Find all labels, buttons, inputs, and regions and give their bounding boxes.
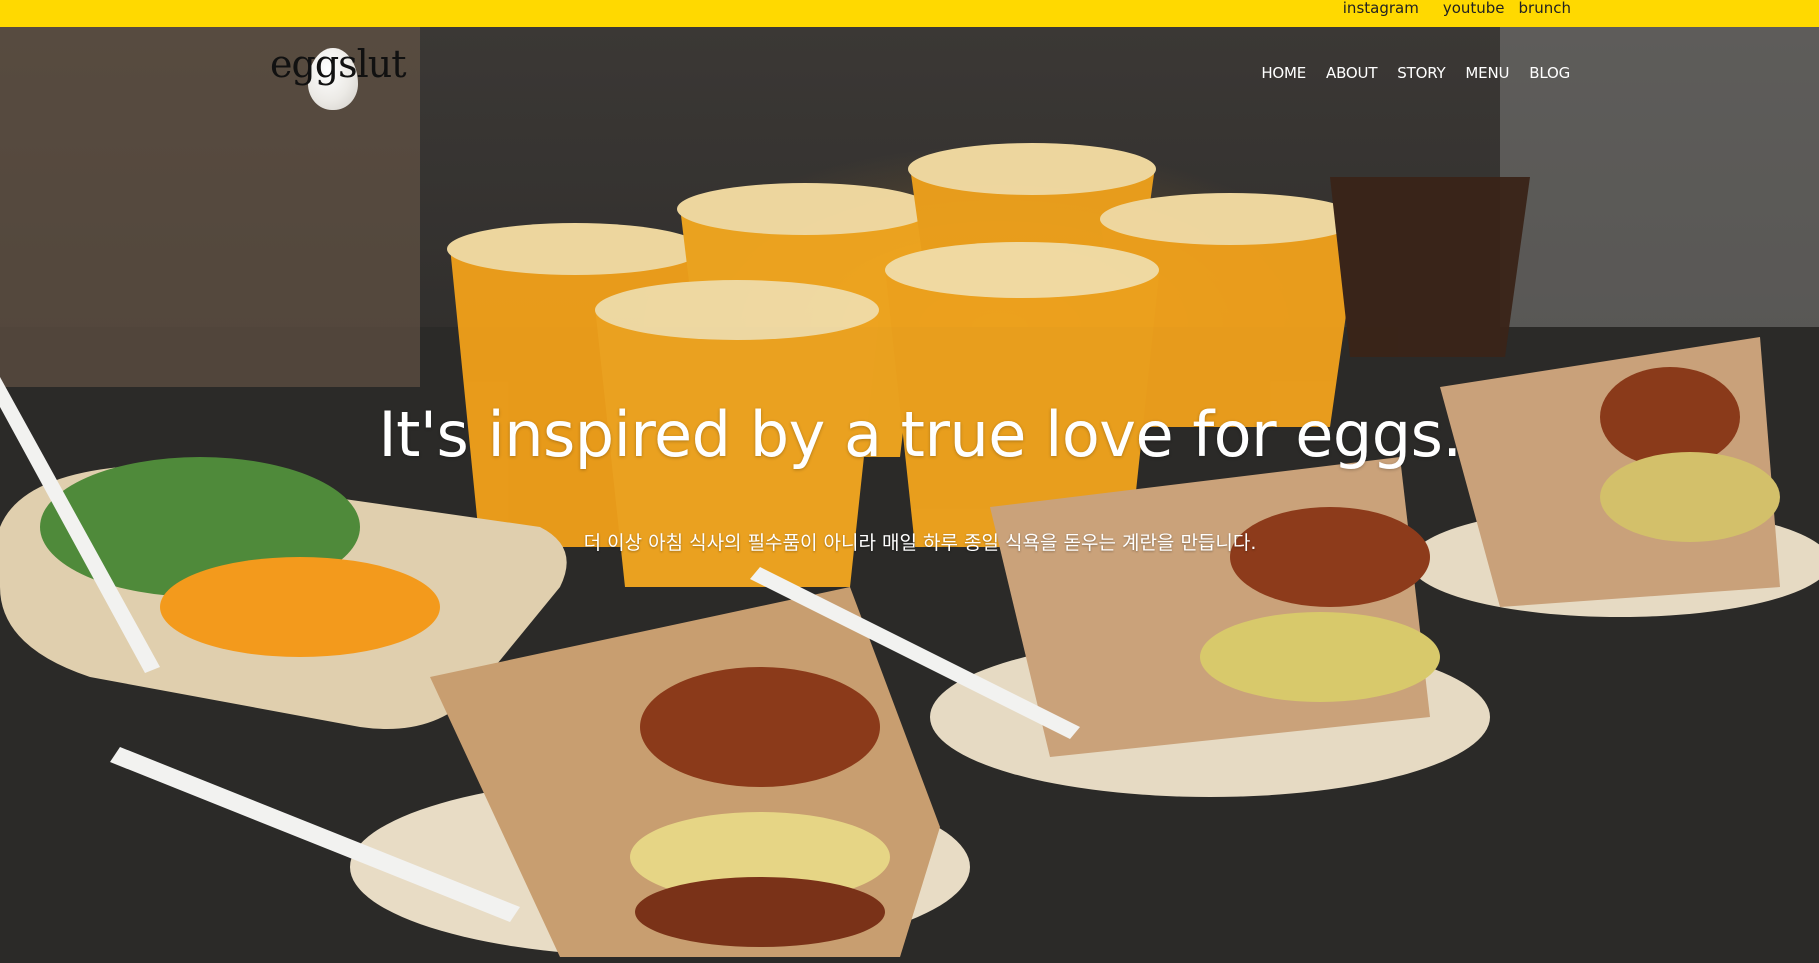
page: instagram youtube brunch eggslut HOME AB…	[0, 0, 1819, 963]
nav-home[interactable]: HOME	[1261, 64, 1306, 82]
nav-menu[interactable]: MENU	[1465, 64, 1509, 82]
hero-headline: It's inspired by a true love for eggs.	[378, 398, 1462, 471]
social-links: instagram youtube brunch	[1343, 0, 1571, 18]
eggslut-logo[interactable]: eggslut	[268, 40, 407, 110]
top-bar: instagram youtube brunch	[0, 0, 1819, 27]
main-nav: HOME ABOUT STORY MENU BLOG	[1261, 64, 1570, 82]
youtube-link[interactable]: youtube	[1443, 0, 1505, 18]
nav-story[interactable]: STORY	[1397, 64, 1445, 82]
brunch-link[interactable]: brunch	[1519, 0, 1571, 18]
nav-about[interactable]: ABOUT	[1326, 64, 1377, 82]
hero-subline: 더 이상 아침 식사의 필수품이 아니라 매일 하루 종일 식욕을 돋우는 계란…	[583, 532, 1257, 554]
nav-blog[interactable]: BLOG	[1529, 64, 1570, 82]
hero-image	[0, 27, 1819, 963]
logo-text: eggslut	[270, 42, 407, 86]
hero-food-illustration	[0, 27, 1819, 963]
instagram-link[interactable]: instagram	[1343, 0, 1419, 18]
